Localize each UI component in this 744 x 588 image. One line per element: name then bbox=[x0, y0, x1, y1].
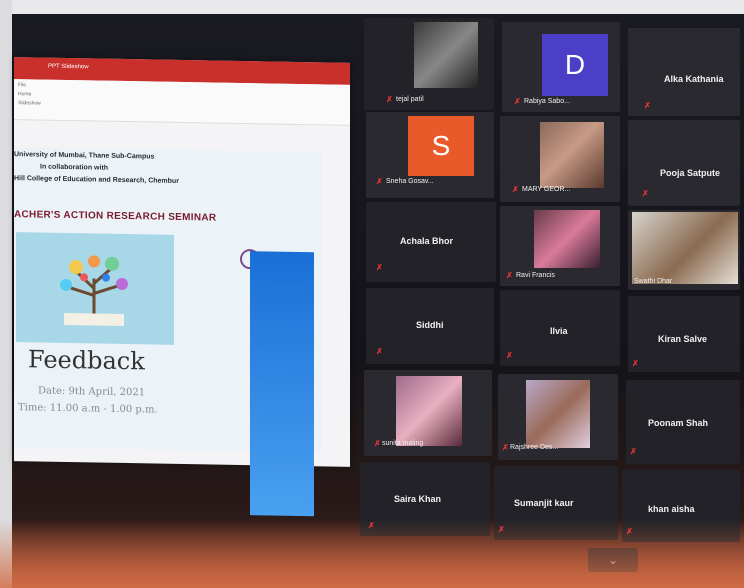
participant-name: Sneha Gosav... bbox=[386, 178, 434, 185]
participant-tile[interactable]: ✗ Ravi Francis bbox=[500, 206, 620, 286]
muted-mic-icon: ✗ bbox=[506, 351, 513, 360]
participant-tile[interactable]: ✗ sunita maling bbox=[364, 370, 492, 456]
video-feed bbox=[396, 376, 462, 446]
muted-mic-icon: ✗ bbox=[386, 95, 393, 104]
avatar: S bbox=[408, 116, 474, 176]
muted-mic-icon: ✗ bbox=[374, 439, 381, 448]
participant-tile[interactable]: Pooja Satpute ✗ bbox=[628, 120, 740, 206]
participant-name: Swathi Dhar bbox=[634, 278, 673, 285]
muted-mic-icon: ✗ bbox=[514, 97, 521, 106]
muted-mic-icon: ✗ bbox=[376, 177, 383, 186]
shared-window-ribbon: File Home Slideshow bbox=[14, 79, 350, 126]
monitor-bezel-top bbox=[0, 0, 744, 14]
participant-name: Rabiya Sabo... bbox=[524, 98, 570, 105]
participant-name: Ilvia bbox=[550, 326, 568, 336]
participant-tile[interactable]: Alka Kathania ✗ bbox=[628, 28, 740, 116]
participant-tile[interactable]: Kiran Salve ✗ bbox=[628, 296, 740, 372]
muted-mic-icon: ✗ bbox=[506, 271, 513, 280]
avatar: D bbox=[542, 34, 608, 96]
participant-tile[interactable]: ✗ MARY GEOR... bbox=[500, 116, 620, 202]
slide-college: Hill College of Education and Research, … bbox=[14, 175, 179, 185]
participant-tile[interactable]: Ilvia ✗ bbox=[500, 290, 620, 366]
participant-name: Achala Bhor bbox=[400, 236, 454, 246]
muted-mic-icon: ✗ bbox=[376, 263, 383, 272]
participant-tile[interactable]: Siddhi ✗ bbox=[366, 288, 494, 364]
slide-collab: In collaboration with bbox=[40, 163, 109, 172]
video-feed bbox=[632, 212, 738, 284]
participant-name: Poonam Shah bbox=[648, 418, 709, 428]
muted-mic-icon: ✗ bbox=[632, 359, 639, 368]
participant-name: Siddhi bbox=[416, 320, 444, 330]
shared-window-title: PPT Slideshow bbox=[48, 63, 89, 71]
video-feed bbox=[540, 122, 604, 188]
participant-name: Alka Kathania bbox=[664, 74, 724, 84]
muted-mic-icon: ✗ bbox=[644, 101, 651, 110]
participant-name: Pooja Satpute bbox=[660, 168, 721, 178]
video-feed bbox=[414, 22, 478, 88]
participant-name: Rajshree Des... bbox=[510, 444, 559, 451]
participant-tile[interactable]: Poonam Shah ✗ bbox=[626, 380, 740, 464]
participant-tile[interactable]: ✗ Rajshree Des... bbox=[498, 374, 618, 460]
video-feed bbox=[534, 210, 600, 268]
presentation-slide: University of Mumbai, Thane Sub-Campus I… bbox=[14, 147, 322, 517]
participant-tile[interactable]: Swathi Dhar bbox=[628, 210, 740, 290]
muted-mic-icon: ✗ bbox=[376, 347, 383, 356]
participant-tile[interactable]: S ✗ Sneha Gosav... bbox=[366, 112, 494, 198]
video-feed bbox=[526, 380, 590, 448]
tree-book-illustration bbox=[16, 232, 174, 345]
shared-screen-window[interactable]: PPT Slideshow File Home Slideshow Univer… bbox=[14, 57, 350, 517]
participant-name: Sumanjit kaur bbox=[514, 498, 574, 508]
participant-name: tejal patil bbox=[396, 96, 424, 103]
monitor-bezel-left bbox=[0, 0, 12, 588]
participant-name: sunita maling bbox=[382, 440, 424, 447]
participant-name: Kiran Salve bbox=[658, 334, 708, 344]
participant-name: MARY GEOR... bbox=[522, 186, 571, 193]
participant-name: Ravi Francis bbox=[516, 272, 555, 279]
muted-mic-icon: ✗ bbox=[630, 447, 637, 456]
slide-feedback-title: Feedback bbox=[28, 345, 145, 376]
slide-date: Date: 9th April, 2021 bbox=[38, 385, 146, 399]
muted-mic-icon: ✗ bbox=[512, 185, 519, 194]
participant-name: khan aisha bbox=[648, 504, 695, 514]
slide-time: Time: 11.00 a.m - 1.00 p.m. bbox=[18, 402, 158, 416]
slide-blue-bar bbox=[250, 251, 314, 517]
screen-glare bbox=[0, 520, 744, 588]
slide-university: University of Mumbai, Thane Sub-Campus bbox=[14, 151, 155, 161]
muted-mic-icon: ✗ bbox=[642, 189, 649, 198]
participant-tile[interactable]: ✗ tejal patil bbox=[364, 18, 494, 110]
muted-mic-icon: ✗ bbox=[502, 443, 509, 452]
participant-name: Saira Khan bbox=[394, 494, 442, 504]
participant-tile[interactable]: Achala Bhor ✗ bbox=[366, 202, 496, 282]
participant-tile[interactable]: D ✗ Rabiya Sabo... bbox=[502, 22, 620, 112]
slide-heading: ACHER'S ACTION RESEARCH SEMINAR bbox=[14, 209, 217, 224]
